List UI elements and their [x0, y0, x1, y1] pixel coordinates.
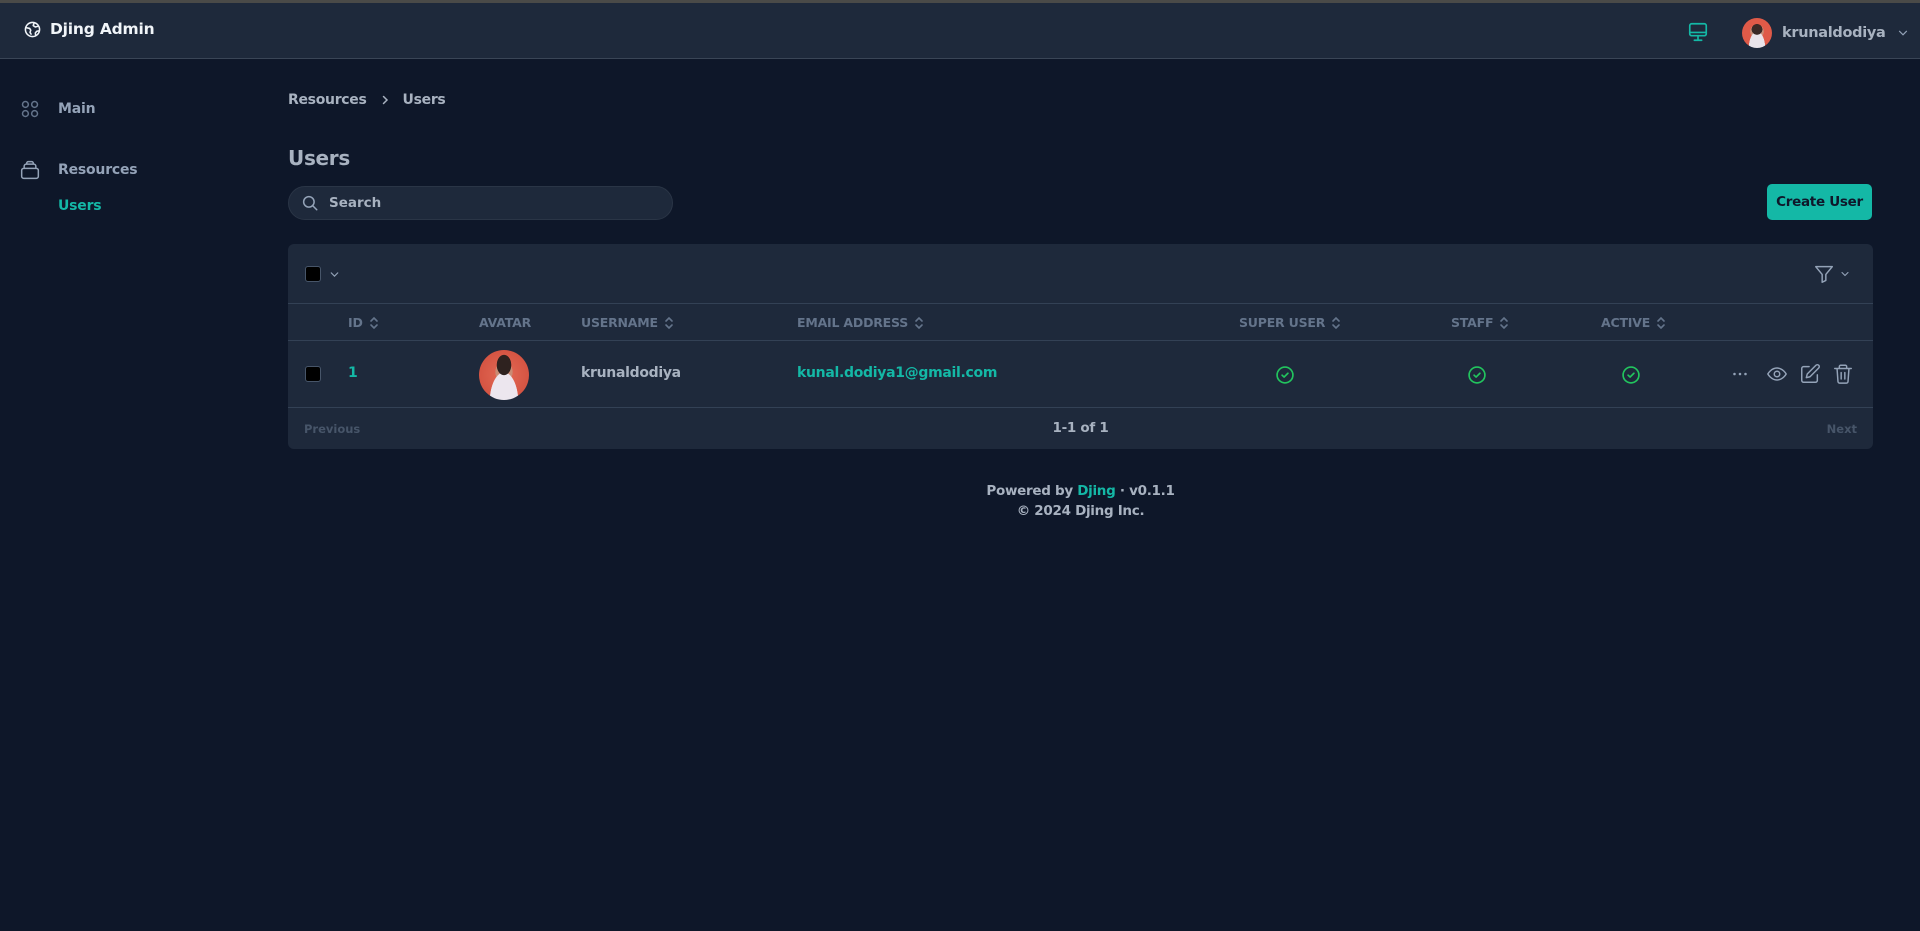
- column-label: STAFF: [1451, 315, 1494, 330]
- app-title: Djing Admin: [50, 20, 155, 38]
- chevron-down-icon[interactable]: [328, 268, 341, 281]
- sort-icon: [915, 316, 923, 329]
- monitor-icon[interactable]: [1687, 21, 1709, 43]
- user-id-link[interactable]: 1: [348, 365, 358, 381]
- sidebar-item-users[interactable]: Users: [58, 198, 102, 214]
- username-cell: krunaldodiya: [581, 365, 681, 381]
- sort-icon: [1657, 316, 1665, 329]
- column-header-staff[interactable]: STAFF: [1451, 315, 1509, 330]
- globe-icon: [24, 21, 41, 37]
- column-label: ID: [348, 315, 363, 330]
- sort-icon: [1332, 316, 1340, 329]
- more-icon[interactable]: [1729, 363, 1751, 385]
- edit-icon[interactable]: [1799, 363, 1821, 385]
- chevron-down-icon: [1898, 30, 1907, 36]
- archive-icon: [20, 160, 40, 180]
- copyright: © 2024 Djing Inc.: [1016, 503, 1145, 519]
- search-icon: [302, 195, 318, 211]
- column-label: USERNAME: [581, 315, 658, 330]
- footer: Powered by Djing · v0.1.1 © 2024 Djing I…: [288, 481, 1873, 521]
- column-header-email[interactable]: EMAIL ADDRESS: [797, 315, 924, 330]
- check-circle-icon: [1468, 366, 1486, 384]
- filter-button[interactable]: [1813, 263, 1851, 285]
- column-header-super-user[interactable]: SUPER USER: [1239, 315, 1341, 330]
- grid-icon: [21, 100, 39, 118]
- filter-icon: [1815, 265, 1833, 283]
- breadcrumb-resources[interactable]: Resources: [288, 92, 367, 108]
- breadcrumb-users: Users: [402, 92, 446, 108]
- sidebar-item-label: Main: [58, 101, 96, 117]
- column-label: EMAIL ADDRESS: [797, 315, 909, 330]
- users-table-card: ID AVATAR USERNAME EMAIL ADDRESS SUPER U…: [288, 244, 1873, 449]
- table-toolbar: [288, 244, 1873, 304]
- user-avatar: [479, 350, 529, 400]
- select-all-checkbox[interactable]: [305, 266, 321, 282]
- breadcrumb: Resources Users: [288, 92, 446, 108]
- check-circle-icon: [1276, 366, 1294, 384]
- search-input[interactable]: [329, 195, 649, 211]
- sort-icon: [1500, 316, 1509, 329]
- powered-by-text: Powered by: [986, 483, 1078, 499]
- sidebar-item-label: Resources: [58, 162, 138, 178]
- delete-icon[interactable]: [1832, 363, 1854, 385]
- column-label: AVATAR: [479, 315, 532, 330]
- chevron-right-icon: [382, 95, 388, 105]
- table-row: 1 krunaldodiya kunal.dodiya1@gmail.com: [288, 341, 1873, 408]
- column-header-username[interactable]: USERNAME: [581, 315, 674, 330]
- version-text: · v0.1.1: [1115, 483, 1175, 499]
- search-box[interactable]: [288, 186, 673, 220]
- powered-by: Powered by Djing · v0.1.1: [288, 481, 1873, 501]
- table-header: ID AVATAR USERNAME EMAIL ADDRESS SUPER U…: [288, 304, 1873, 341]
- avatar: [1742, 18, 1772, 48]
- next-button[interactable]: Next: [1827, 422, 1857, 436]
- pagination: Previous 1-1 of 1 Next: [288, 408, 1873, 449]
- sort-icon: [665, 316, 673, 329]
- column-label: SUPER USER: [1239, 315, 1326, 330]
- pagination-info: 1-1 of 1: [1052, 420, 1109, 436]
- row-checkbox[interactable]: [305, 366, 321, 382]
- sidebar-item-resources[interactable]: Resources: [20, 160, 138, 180]
- view-icon[interactable]: [1766, 363, 1788, 385]
- chevron-down-icon: [1841, 271, 1849, 277]
- sort-icon: [369, 316, 378, 329]
- column-header-avatar: AVATAR: [479, 315, 531, 330]
- column-label: ACTIVE: [1601, 315, 1651, 330]
- brand[interactable]: Djing Admin: [24, 20, 155, 38]
- column-header-id[interactable]: ID: [348, 315, 379, 330]
- user-menu[interactable]: krunaldodiya: [1742, 18, 1910, 48]
- check-circle-icon: [1622, 366, 1640, 384]
- djing-link[interactable]: Djing: [1077, 483, 1116, 499]
- sidebar-item-main[interactable]: Main: [20, 99, 96, 119]
- page-title: Users: [288, 146, 350, 170]
- user-name: krunaldodiya: [1782, 25, 1886, 41]
- create-user-button[interactable]: Create User: [1767, 184, 1872, 220]
- email-link[interactable]: kunal.dodiya1@gmail.com: [797, 365, 997, 381]
- top-header: Djing Admin krunaldodiya: [0, 3, 1920, 59]
- column-header-active[interactable]: ACTIVE: [1601, 315, 1666, 330]
